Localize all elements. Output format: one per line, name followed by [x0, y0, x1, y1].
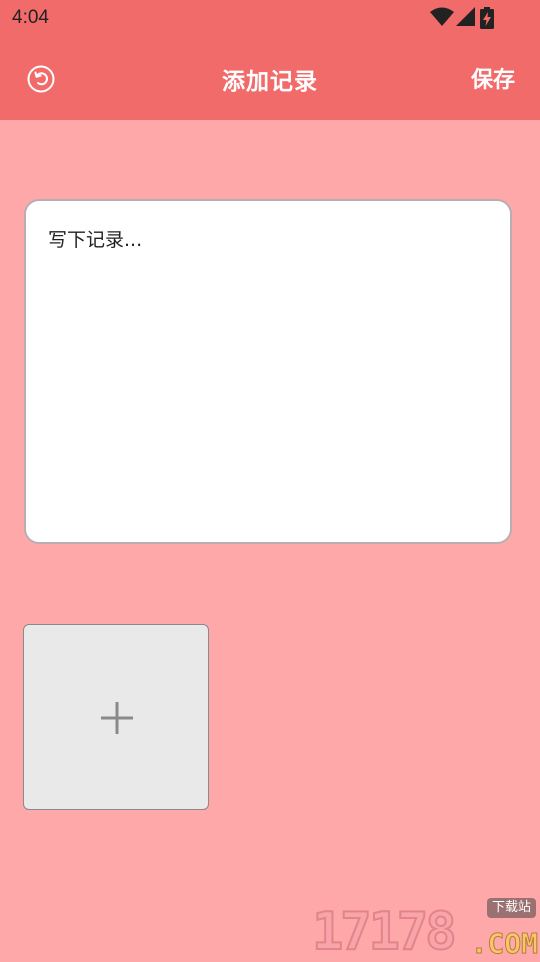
watermark-tag: 下载站	[486, 898, 536, 918]
watermark-domain: .COM	[470, 927, 538, 960]
cellular-signal-icon	[456, 7, 475, 26]
save-button[interactable]: 保存	[471, 62, 515, 94]
page-title: 添加记录	[222, 69, 318, 95]
watermark: 下载站 17178 .COM	[311, 898, 540, 962]
watermark-digits: 17178	[311, 902, 458, 962]
note-input[interactable]	[26, 201, 510, 542]
battery-charging-icon	[480, 7, 494, 29]
status-bar: 4:04	[0, 0, 540, 36]
app-bar: 添加记录 保存	[0, 36, 540, 120]
wifi-icon	[430, 7, 454, 26]
status-time: 4:04	[12, 7, 49, 28]
plus-icon	[101, 702, 133, 734]
note-box	[24, 199, 512, 544]
add-image-button[interactable]	[23, 624, 209, 810]
